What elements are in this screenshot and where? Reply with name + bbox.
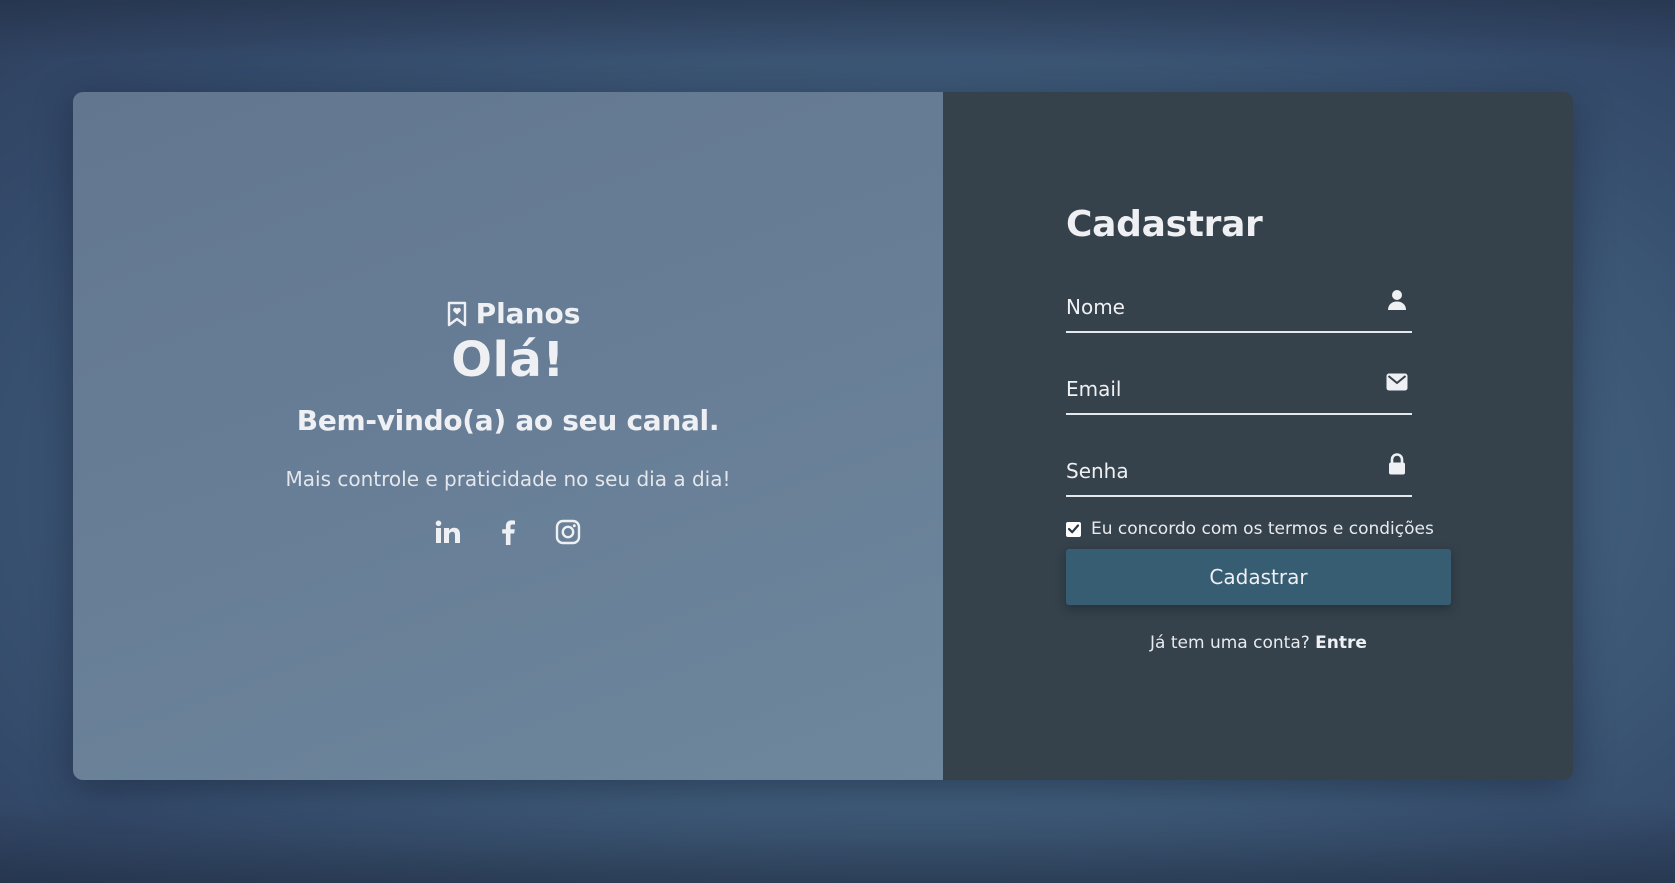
terms-label: Eu concordo com os termos e condições xyxy=(1091,519,1434,539)
password-field-group xyxy=(1066,439,1412,497)
bookmark-heart-icon xyxy=(446,301,468,327)
terms-row: Eu concordo com os termos e condições xyxy=(1066,519,1451,539)
background-bottom-shade xyxy=(0,803,1675,883)
name-field-group xyxy=(1066,275,1412,333)
terms-checkbox[interactable] xyxy=(1066,521,1081,537)
login-prompt-text: Já tem uma conta? xyxy=(1150,633,1310,653)
brand-name: Planos xyxy=(475,297,581,330)
welcome-panel: Planos Olá! Bem-vindo(a) ao seu canal. M… xyxy=(73,92,943,780)
user-icon xyxy=(1386,289,1408,311)
background-top-shade xyxy=(0,0,1675,60)
password-input[interactable] xyxy=(1066,459,1366,483)
envelope-icon xyxy=(1386,371,1408,393)
signup-title: Cadastrar xyxy=(1066,204,1263,245)
login-link[interactable]: Entre xyxy=(1315,633,1367,653)
lock-icon xyxy=(1386,453,1408,475)
login-prompt: Já tem uma conta? Entre xyxy=(1066,633,1451,653)
welcome-content: Planos Olá! Bem-vindo(a) ao seu canal. M… xyxy=(73,297,943,545)
facebook-icon[interactable] xyxy=(495,519,521,545)
name-input[interactable] xyxy=(1066,295,1366,319)
email-input[interactable] xyxy=(1066,377,1366,401)
instagram-icon[interactable] xyxy=(555,519,581,545)
social-links xyxy=(435,519,581,545)
signup-submit-button[interactable]: Cadastrar xyxy=(1066,549,1451,605)
email-field-group xyxy=(1066,357,1412,415)
brand: Planos xyxy=(446,297,581,330)
linkedin-icon[interactable] xyxy=(435,519,461,545)
signup-form: Cadastrar Nome Email Eu concordo com os … xyxy=(1066,204,1451,653)
greeting-heading: Olá! xyxy=(451,332,565,388)
welcome-heading: Bem-vindo(a) ao seu canal. xyxy=(296,404,720,437)
auth-card: Planos Olá! Bem-vindo(a) ao seu canal. M… xyxy=(73,92,1573,780)
signup-panel: Cadastrar Nome Email Eu concordo com os … xyxy=(943,92,1573,780)
tagline: Mais controle e praticidade no seu dia a… xyxy=(285,467,731,491)
